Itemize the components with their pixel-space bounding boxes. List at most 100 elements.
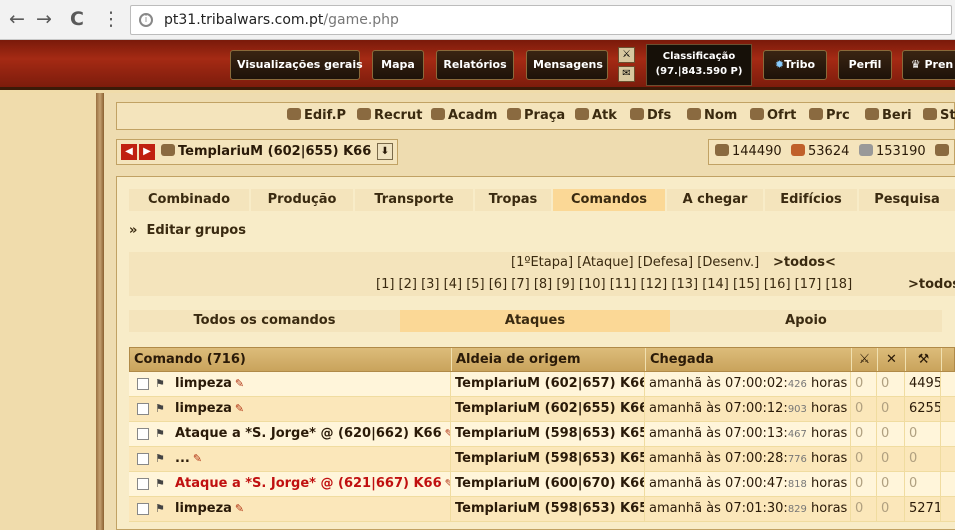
tab-troops[interactable]: Tropas [475,189,551,211]
command-link[interactable]: Ataque a *S. Jorge* @ (620|662) K66✎ [175,422,450,446]
swords-icon[interactable]: ⚔ [618,47,635,63]
academy-icon [431,108,445,120]
rename-pencil-icon[interactable]: ✎ [235,397,244,421]
wood-icon [715,144,729,156]
iron-icon [859,144,873,156]
command-link[interactable]: ... ✎ [175,447,202,471]
row-checkbox[interactable] [137,378,149,390]
command-link[interactable]: limpeza ✎ [175,372,244,396]
tab-combined[interactable]: Combinado [129,189,249,211]
command-link[interactable]: limpeza ✎ [175,397,244,421]
nav-tribe-button[interactable]: ✹Tribo [763,50,827,80]
forward-icon[interactable]: → [33,8,55,30]
back-icon[interactable]: ← [6,8,28,30]
reload-icon[interactable]: C [66,8,88,30]
info-icon[interactable]: i [139,13,153,27]
command-link[interactable]: limpeza ✎ [175,497,244,521]
row-checkbox[interactable] [137,503,149,515]
tab-research[interactable]: Pesquisa [859,189,955,211]
arrival-time: amanhã às 07:00:13:467 horas [645,422,851,446]
axe-count: 0 [905,422,941,446]
next-village-icon[interactable]: ▶ [139,144,155,160]
archer-count [941,447,955,471]
group-all-selected[interactable]: >todos< [773,252,836,274]
tab-transport[interactable]: Transporte [355,189,473,211]
apps-icon[interactable]: ⋮ [100,8,122,30]
origin-village-link[interactable]: TemplariuM (598|653) K65 [451,497,645,521]
origin-village-link[interactable]: TemplariuM (600|670) K66 [451,472,645,496]
attack-flag-icon: ⚑ [155,452,165,465]
origin-village-link[interactable]: TemplariuM (602|655) K66 [451,397,645,421]
tab-commands[interactable]: Comandos [553,189,665,211]
address-bar[interactable]: i pt31.tribalwars.com.pt/game.php [130,5,952,35]
row-checkbox[interactable] [137,403,149,415]
prev-village-icon[interactable]: ◀ [121,144,137,160]
table-row: ⚑ limpeza ✎ TemplariuM (602|655) K66 amanhã … [129,397,955,422]
nav-premium-button[interactable]: ♛ Pren [902,50,955,80]
price-icon [809,108,823,120]
edit-groups-link[interactable]: » Editar grupos [129,223,246,238]
nav-profile-button[interactable]: Perfil [838,50,892,80]
quickbar-item[interactable]: Ofrt [750,108,796,123]
quickbar-item[interactable]: Dfs [630,108,671,123]
quickbar-item[interactable]: Recrut [357,108,422,123]
group-links[interactable]: [1ºEtapa] [Ataque] [Defesa] [Desenv.] [511,252,759,274]
archer-icon [942,348,955,371]
quickbar-item[interactable]: Nom [687,108,737,123]
left-panel [0,93,100,530]
quickbar-item[interactable]: Beri [865,108,912,123]
nav-map-button[interactable]: Mapa [372,50,424,80]
axe-count: 4495 [905,372,941,396]
archer-count [941,422,955,446]
row-checkbox[interactable] [137,453,149,465]
tab-incoming[interactable]: A chegar [667,189,763,211]
command-link[interactable]: Ataque a *S. Jorge* @ (621|667) K66✎ [175,472,450,496]
quickbar-item[interactable]: Acadm [431,108,497,123]
row-checkbox[interactable] [137,478,149,490]
village-dropdown-icon[interactable]: ⬇ [377,143,393,160]
filter-all-commands[interactable]: Todos os comandos [129,310,400,332]
origin-village-link[interactable]: TemplariuM (602|657) K66 [451,372,645,396]
ranking-box[interactable]: Classificação (97.|843.590 P) [646,44,752,86]
tab-production[interactable]: Produção [251,189,353,211]
archer-count [941,497,955,521]
arrival-time: amanhã às 07:01:30:829 horas [645,497,851,521]
header-origin[interactable]: Aldeia de origem [452,348,646,371]
header-command[interactable]: Comando (716) [130,348,452,371]
village-link[interactable]: TemplariuM (602|655) K66 [161,144,371,159]
quickbar-item[interactable]: Atk [575,108,617,123]
attack-flag-icon: ⚑ [155,377,165,390]
quickbar-item[interactable]: St [923,108,955,123]
origin-village-link[interactable]: TemplariuM (598|653) K65 [451,447,645,471]
nav-messages-button[interactable]: Mensagens [526,50,608,80]
row-checkbox[interactable] [137,428,149,440]
group-number-all[interactable]: >todos [908,274,955,296]
statue-icon [923,108,937,120]
filter-attacks[interactable]: Ataques [400,310,670,332]
filter-support[interactable]: Apoio [670,310,942,332]
spear-count: 0 [851,472,877,496]
group-number-links[interactable]: [1] [2] [3] [4] [5] [6] [7] [8] [9] [10]… [376,274,852,296]
nav-overview-button[interactable]: Visualizações gerais [230,50,363,80]
rename-pencil-icon[interactable]: ✎ [235,372,244,396]
quickbar-item[interactable]: Praça [507,108,565,123]
arrival-time: amanhã às 07:00:47:818 horas [645,472,851,496]
ranking-value: (97.|843.590 P) [655,66,743,77]
rename-pencil-icon[interactable]: ✎ [235,497,244,521]
origin-village-link[interactable]: TemplariuM (598|653) K65 [451,422,645,446]
spear-icon: ⚔ [852,348,878,371]
tab-buildings[interactable]: Edifícios [765,189,857,211]
helmet-icon [865,108,879,120]
rename-pencil-icon[interactable]: ✎ [193,447,202,471]
defense-icon [630,108,644,120]
scroll-icon[interactable]: ✉ [618,66,635,82]
axe-count: 0 [905,472,941,496]
village-bar: ◀ ▶ TemplariuM (602|655) K66 ⬇ [116,139,398,165]
header-arrival[interactable]: Chegada [646,348,852,371]
spear-count: 0 [851,447,877,471]
nav-reports-button[interactable]: Relatórios [436,50,514,80]
browser-toolbar: ← → C ⋮ i pt31.tribalwars.com.pt/game.ph… [0,0,955,40]
quickbar-item[interactable]: Edif.P [287,108,346,123]
quickbar-item[interactable]: Prc [809,108,850,123]
table-row: ⚑ ... ✎ TemplariuM (598|653) K65 amanhã às 0… [129,447,955,472]
